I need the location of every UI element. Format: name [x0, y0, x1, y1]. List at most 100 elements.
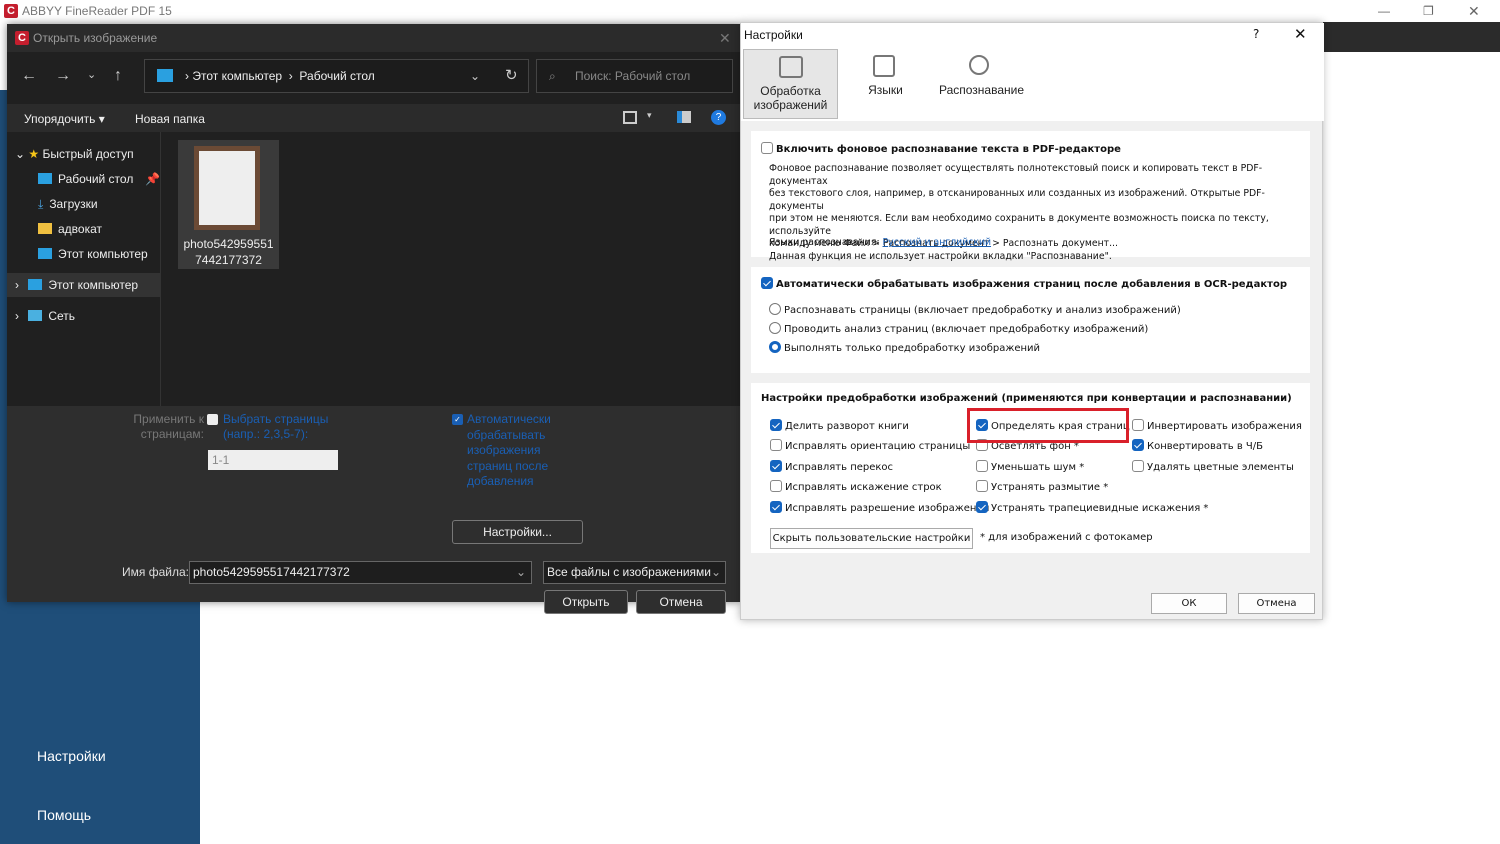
- settings-dialog: Настройки ? ✕ Обработка изображений Язык…: [740, 22, 1324, 620]
- tree-network[interactable]: › Сеть: [7, 304, 161, 328]
- close-icon[interactable]: ✕: [719, 24, 731, 52]
- preprocess-checkbox[interactable]: Исправлять перекос: [770, 459, 894, 473]
- dialog-bottom-panel: Применить к страницам: Выбрать страницы (н…: [7, 406, 740, 614]
- radio-preprocess-only[interactable]: Выполнять только предобработку изображен…: [769, 341, 1040, 354]
- checkbox-box: [770, 439, 782, 452]
- checkbox-label: Уменьшать шум *: [991, 461, 1085, 473]
- tab-languages[interactable]: Языки: [838, 49, 933, 119]
- bg-ocr-checkbox[interactable]: Включить фоновое распознавание текста в …: [761, 142, 1121, 155]
- tab-image-processing[interactable]: Обработка изображений: [743, 49, 838, 119]
- checkbox-box: [1132, 419, 1144, 431]
- view-icon[interactable]: [623, 111, 637, 124]
- checkbox-label: Исправлять разрешение изображений: [785, 502, 990, 514]
- preprocess-checkbox[interactable]: Устранять размытие *: [976, 480, 1108, 493]
- hide-custom-settings-button[interactable]: Скрыть пользовательские настройки: [770, 528, 973, 549]
- file-thumbnail: [194, 146, 260, 230]
- view-chevron-icon[interactable]: ▾: [647, 110, 652, 121]
- preprocess-checkbox[interactable]: Удалять цветные элементы: [1132, 459, 1294, 473]
- tree-quick-access[interactable]: ⌄ ★ Быстрый доступ: [7, 142, 161, 166]
- highlight-box: [967, 408, 1129, 443]
- file-item[interactable]: photo542959551 7442177372: [178, 140, 279, 269]
- help-button[interactable]: ?: [1253, 27, 1259, 41]
- up-arrow-icon[interactable]: ↑: [114, 67, 122, 85]
- cancel-button[interactable]: Отмена: [1238, 593, 1315, 614]
- preview-pane-icon[interactable]: [677, 111, 691, 123]
- search-input[interactable]: ⌕ Поиск: Рабочий стол: [536, 59, 733, 93]
- navigation-tree: ⌄ ★ Быстрый доступ Рабочий стол 📌 ⤓ Загруз…: [7, 132, 161, 406]
- breadcrumb-computer[interactable]: Этот компьютер: [192, 69, 282, 83]
- tree-advokat[interactable]: адвокат: [7, 217, 161, 241]
- pages-input[interactable]: 1-1: [208, 450, 338, 470]
- close-icon[interactable]: ✕: [1468, 0, 1480, 22]
- refresh-icon[interactable]: ↻: [505, 60, 518, 92]
- select-pages-checkbox[interactable]: [207, 414, 218, 425]
- filetype-select[interactable]: Все файлы с изображениями ⌄: [543, 561, 726, 584]
- languages-link[interactable]: Русский и английский: [883, 237, 991, 248]
- preprocess-checkbox[interactable]: Исправлять разрешение изображений: [770, 500, 990, 514]
- checkbox-label: Инвертировать изображения: [1147, 421, 1302, 432]
- recognition-magnifier-icon: [969, 55, 989, 75]
- checkbox-box: [1132, 439, 1144, 452]
- settings-button[interactable]: Настройки...: [452, 520, 583, 544]
- computer-icon: [157, 69, 173, 82]
- preprocess-checkbox[interactable]: Конвертировать в Ч/Б: [1132, 439, 1263, 452]
- checkbox-box: [976, 480, 988, 493]
- checkbox-label: Удалять цветные элементы: [1147, 461, 1294, 473]
- checkbox-label: Устранять трапециевидные искажения *: [991, 502, 1209, 514]
- help-icon[interactable]: ?: [711, 110, 726, 125]
- sidebar-item-help[interactable]: Помощь: [37, 807, 91, 823]
- tree-this-pc[interactable]: › Этот компьютер: [7, 273, 161, 297]
- address-bar[interactable]: › Этот компьютер › Рабочий стол ⌄ ↻: [144, 59, 529, 93]
- checkbox-box: [770, 500, 782, 513]
- cancel-button[interactable]: Отмена: [636, 590, 726, 614]
- radio-recognize[interactable]: Распознавать страницы (включает предобра…: [769, 303, 1181, 316]
- app-title: ABBYY FineReader PDF 15: [22, 4, 172, 18]
- new-folder-button[interactable]: Новая папка: [135, 112, 205, 126]
- sidebar-item-settings[interactable]: Настройки: [37, 748, 106, 764]
- back-arrow-icon[interactable]: ←: [21, 67, 37, 85]
- preprocess-checkbox[interactable]: Делить разворот книги: [770, 419, 909, 432]
- checkbox-label: Устранять размытие *: [991, 482, 1109, 494]
- tree-downloads[interactable]: ⤓ Загрузки: [7, 192, 161, 216]
- pin-icon: 📌: [145, 172, 160, 186]
- checkbox-box: [976, 459, 988, 472]
- checkbox-label: Делить разворот книги: [785, 421, 909, 432]
- recent-chevron-icon[interactable]: ⌄: [87, 68, 96, 81]
- apply-label: Применить к: [133, 412, 204, 426]
- close-icon[interactable]: ✕: [1294, 25, 1307, 43]
- checkbox-label: Исправлять перекос: [785, 461, 894, 473]
- dialog-title: Открыть изображение: [33, 31, 158, 45]
- abbyy-logo-icon: C: [4, 4, 18, 18]
- auto-process-checkbox[interactable]: Автоматически обрабатывать изображения с…: [761, 277, 1287, 290]
- organize-button[interactable]: Упорядочить ▾: [24, 112, 105, 126]
- chevron-down-icon[interactable]: ⌄: [470, 60, 480, 92]
- tab-recognition[interactable]: Распознавание: [934, 49, 1029, 119]
- app-title-bar: C ABBYY FineReader PDF 15 — ❐ ✕: [0, 0, 1500, 22]
- checkbox-box: [770, 480, 782, 493]
- checkbox-box: [770, 459, 782, 472]
- preprocess-checkbox[interactable]: Инвертировать изображения: [1132, 419, 1302, 432]
- preprocessing-section: Настройки предобработки изображений (при…: [751, 383, 1310, 553]
- auto-process-checkbox[interactable]: ✓: [452, 414, 463, 425]
- open-button[interactable]: Открыть: [544, 590, 628, 614]
- tree-desktop[interactable]: Рабочий стол 📌: [7, 167, 161, 191]
- forward-arrow-icon[interactable]: →: [55, 67, 71, 85]
- bg-ocr-description: Фоновое распознавание позволяет осуществ…: [769, 163, 1269, 262]
- checkbox-label: Осветлять фон *: [991, 441, 1079, 453]
- checkbox-label: Конвертировать в Ч/Б: [1147, 441, 1264, 453]
- search-placeholder: Поиск: Рабочий стол: [575, 69, 691, 83]
- ok-button[interactable]: ОК: [1151, 593, 1227, 614]
- select-pages-label: Выбрать страницы (напр.: 2,3,5-7):: [223, 412, 329, 441]
- minimize-icon[interactable]: —: [1378, 0, 1390, 22]
- checkbox-box: [976, 500, 988, 513]
- breadcrumb-desktop[interactable]: Рабочий стол: [299, 69, 374, 83]
- tree-this-pc-pinned[interactable]: Этот компьютер: [7, 242, 161, 266]
- filename-input[interactable]: photo5429595517442177372 ⌄: [189, 561, 532, 584]
- toolbar: Упорядочить ▾ Новая папка ▾ ?: [7, 104, 740, 132]
- preprocess-checkbox[interactable]: Исправлять ориентацию страницы: [770, 439, 970, 452]
- restore-icon[interactable]: ❐: [1423, 0, 1434, 22]
- preprocess-checkbox[interactable]: Исправлять искажение строк: [770, 480, 942, 493]
- preprocess-checkbox[interactable]: Уменьшать шум *: [976, 459, 1085, 473]
- preprocess-checkbox[interactable]: Устранять трапециевидные искажения *: [976, 500, 1209, 514]
- radio-analyze[interactable]: Проводить анализ страниц (включает предо…: [769, 322, 1148, 335]
